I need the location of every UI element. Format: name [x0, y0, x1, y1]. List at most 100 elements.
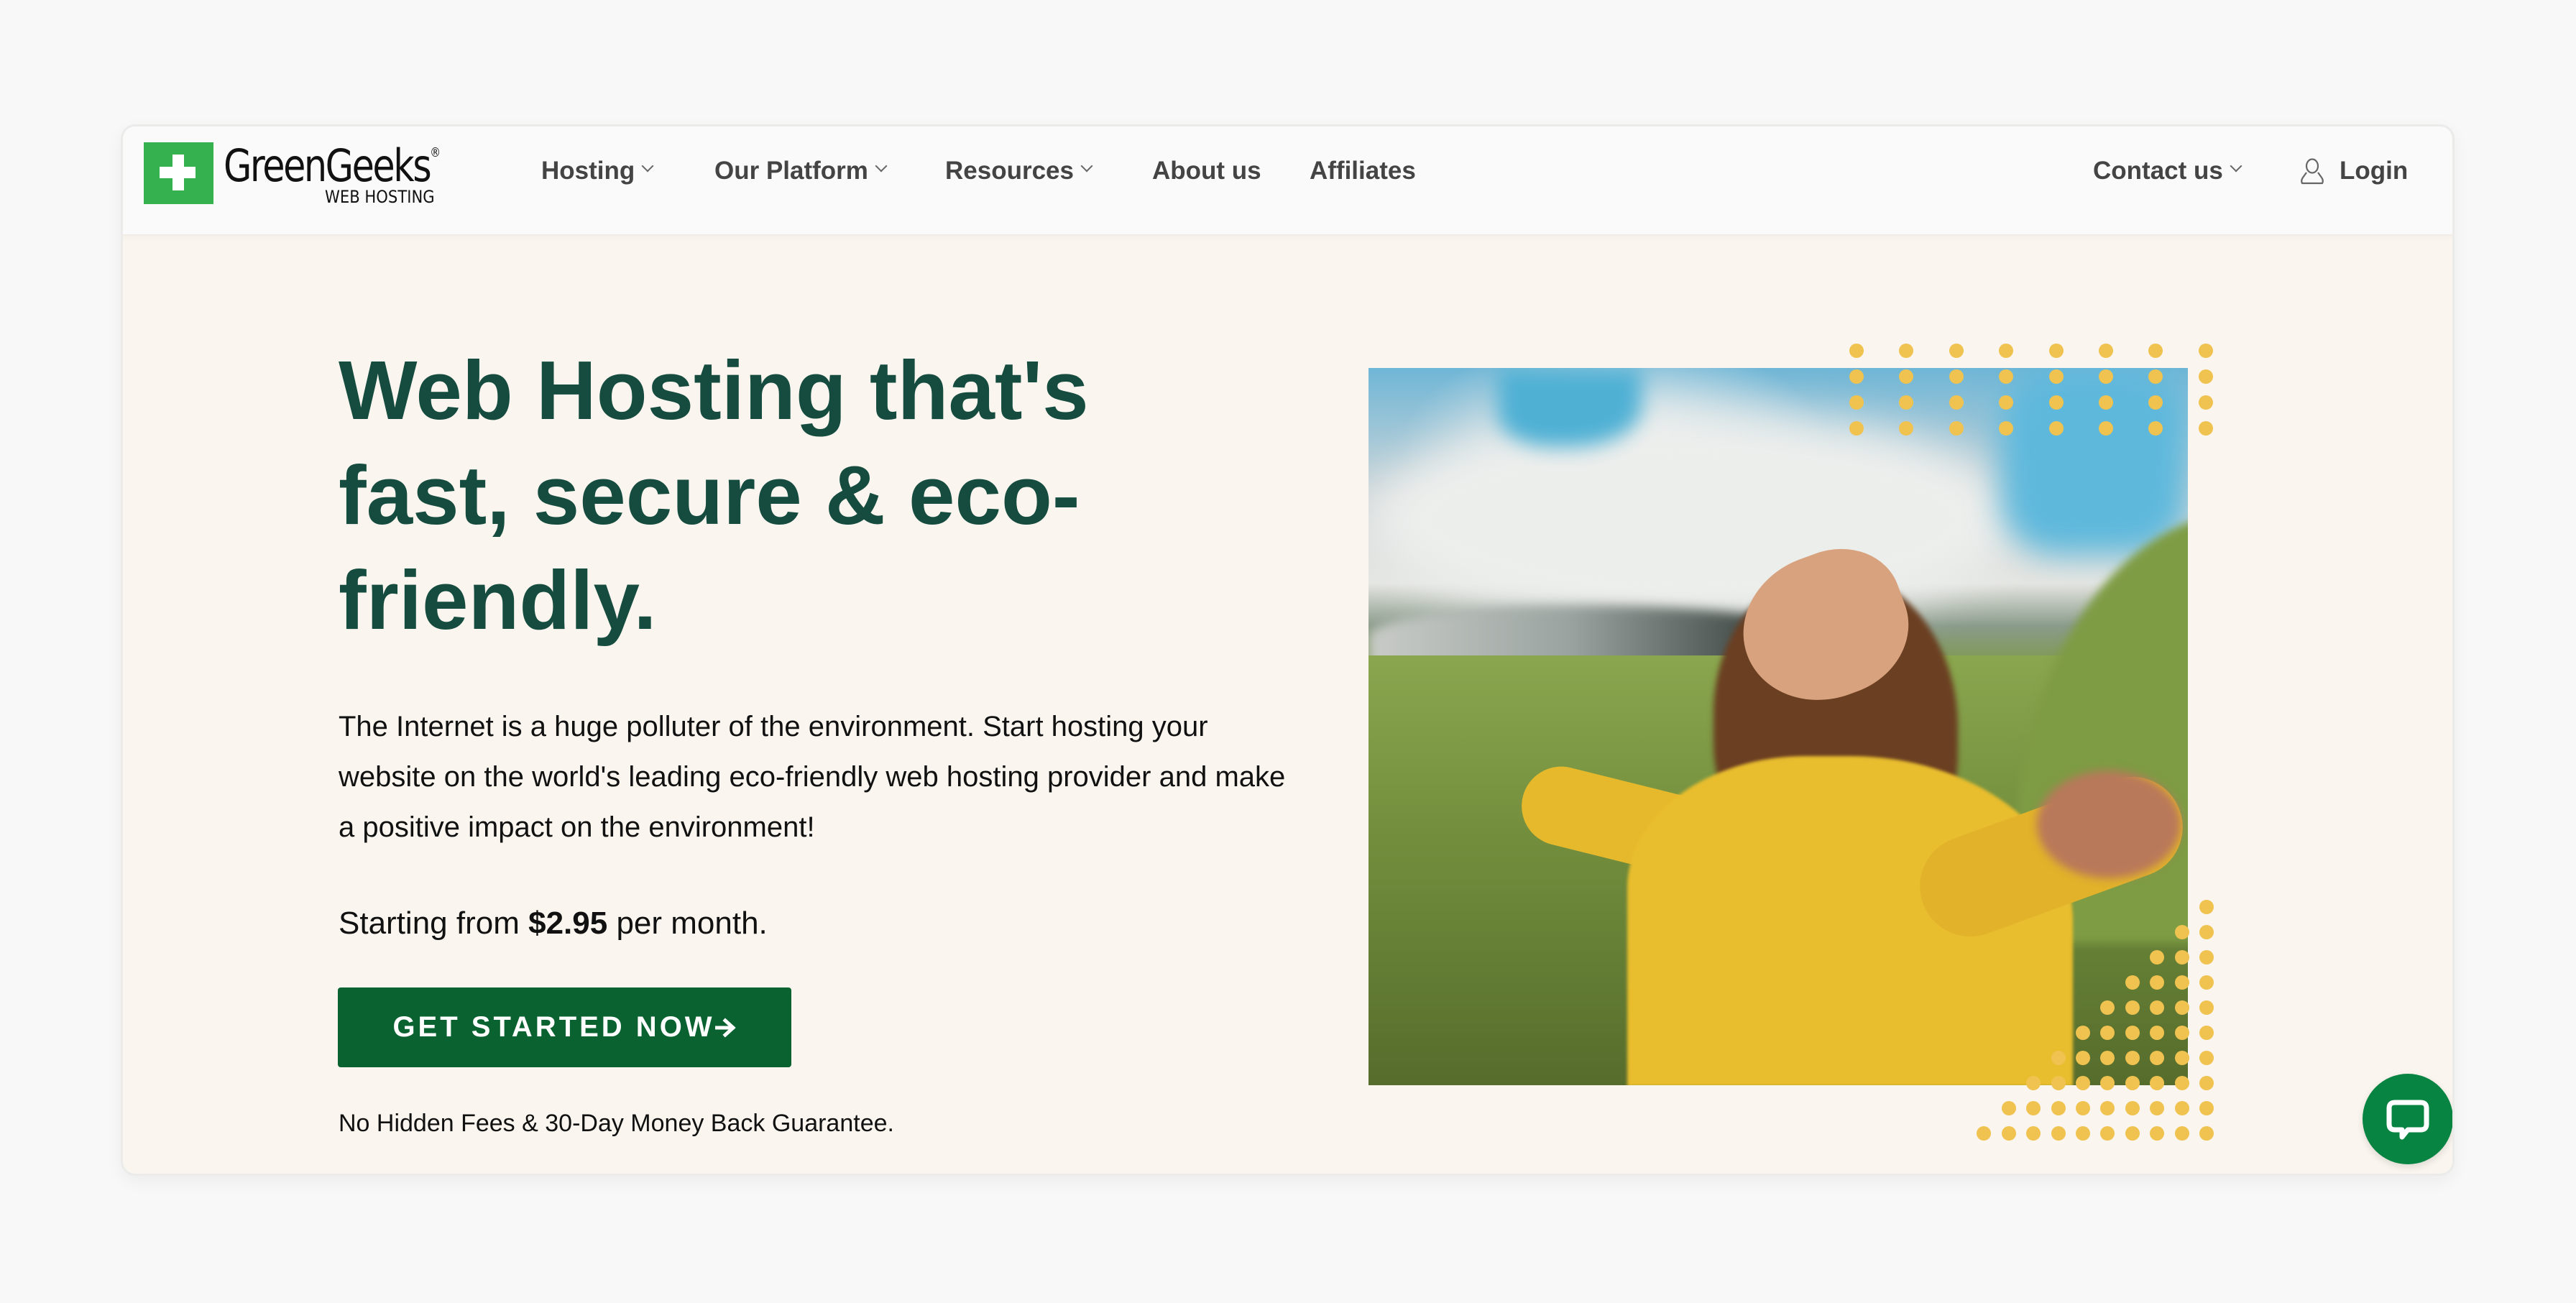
decorative-dot: [2076, 1101, 2090, 1115]
decorative-dot: [2174, 975, 2189, 990]
decorative-dot: [2048, 369, 2064, 384]
decorative-dot: [2125, 1026, 2140, 1040]
decorative-dot: [2051, 1126, 2066, 1141]
decorative-dot: [2199, 1026, 2214, 1040]
decorative-dot: [2099, 421, 2113, 436]
decorative-dot: [2125, 1126, 2140, 1141]
decorative-dot: [2125, 1000, 2140, 1015]
chevron-down-icon: [875, 160, 888, 172]
decorative-dot: [2174, 1076, 2189, 1090]
decorative-dot: [2174, 1101, 2189, 1115]
decorative-dot: [1999, 344, 2014, 358]
decorative-dot: [2026, 1101, 2041, 1115]
hero-image: [1368, 368, 2188, 1085]
decorative-dot: [2048, 344, 2064, 358]
decorative-dot: [2100, 1076, 2115, 1090]
decorative-dot: [2048, 395, 2064, 410]
price-value: $2.95: [528, 906, 608, 941]
nav-contact-us[interactable]: Contact us: [2093, 157, 2242, 185]
decorative-dot: [1977, 1126, 1992, 1141]
decorative-dot: [2199, 900, 2214, 914]
decorative-dot: [2174, 925, 2189, 939]
site-header: GreenGeeks® WEB HOSTING Hosting Our Plat…: [123, 126, 2452, 236]
nav-about-us[interactable]: About us: [1152, 157, 1261, 185]
decorative-dot: [2198, 421, 2213, 436]
price-suffix: per month.: [616, 906, 768, 941]
decorative-dot: [2150, 1101, 2165, 1115]
chevron-down-icon: [2230, 160, 2242, 172]
decorative-dot: [2099, 395, 2113, 410]
decorative-dot: [2026, 1076, 2041, 1090]
decorative-dot: [2174, 1000, 2189, 1015]
decorative-dot: [2100, 1101, 2115, 1115]
decorative-dot: [2026, 1126, 2041, 1141]
chat-bubble-icon: [2386, 1100, 2429, 1140]
decorative-dot: [2076, 1076, 2090, 1090]
decorative-dot: [2199, 925, 2214, 939]
decorative-dot: [1949, 421, 1964, 436]
decorative-dot: [2199, 1126, 2214, 1141]
get-started-label: GET STARTED NOW: [392, 1011, 715, 1043]
decorative-dot: [2199, 1051, 2214, 1065]
decorative-dot: [2150, 1126, 2165, 1141]
live-chat-button[interactable]: [2363, 1074, 2452, 1164]
decorative-dot: [1849, 344, 1864, 358]
decorative-dot: [2001, 1101, 2016, 1115]
nav-affiliates-label: Affiliates: [1310, 157, 1416, 185]
decorative-dot: [2199, 1101, 2214, 1115]
get-started-button[interactable]: GET STARTED NOW: [338, 987, 791, 1067]
decorative-dot: [2199, 1076, 2214, 1090]
registered-mark: ®: [430, 145, 441, 160]
decorative-dot: [1899, 344, 1914, 358]
chevron-down-icon: [641, 160, 654, 172]
arrow-right-icon: [714, 1017, 736, 1038]
guarantee-note: No Hidden Fees & 30-Day Money Back Guara…: [339, 1110, 894, 1137]
decorative-dot: [2125, 1101, 2140, 1115]
decorative-dot: [2076, 1051, 2090, 1065]
user-icon: [2301, 158, 2324, 185]
hero-title: Web Hosting that's fast, secure & eco-fr…: [339, 344, 1089, 647]
decorative-dot: [2199, 950, 2214, 964]
decorative-dot: [2099, 369, 2113, 384]
decorative-dot: [2051, 1076, 2066, 1090]
nav-our-platform-label: Our Platform: [714, 157, 868, 185]
decorative-dot: [2125, 975, 2140, 990]
decorative-dot: [2174, 1026, 2189, 1040]
decorative-dot: [1849, 395, 1864, 410]
decorative-dot: [2174, 1126, 2189, 1141]
nav-hosting-label: Hosting: [541, 157, 635, 185]
hero-card: GreenGeeks® WEB HOSTING Hosting Our Plat…: [121, 124, 2455, 1176]
decorative-dot: [2099, 344, 2113, 358]
logo[interactable]: GreenGeeks® WEB HOSTING: [123, 126, 441, 234]
decorative-dot: [2051, 1051, 2066, 1065]
decorative-dot: [2199, 975, 2214, 990]
nav-resources-label: Resources: [945, 157, 1074, 185]
decorative-dot: [2174, 950, 2189, 964]
nav-our-platform[interactable]: Our Platform: [714, 157, 888, 185]
plus-icon: [144, 142, 213, 204]
decorative-dot: [1849, 421, 1864, 436]
login-link[interactable]: Login: [2294, 152, 2430, 193]
decorative-dot: [2076, 1026, 2090, 1040]
decorative-dot: [2125, 1076, 2140, 1090]
nav-hosting[interactable]: Hosting: [541, 157, 654, 185]
nav-resources[interactable]: Resources: [945, 157, 1093, 185]
logo-tagline: WEB HOSTING: [325, 187, 435, 207]
nav-about-us-label: About us: [1152, 157, 1261, 185]
decorative-dot: [2198, 395, 2213, 410]
decorative-dot: [1949, 395, 1964, 410]
hero-description: The Internet is a huge polluter of the e…: [339, 711, 1286, 843]
decorative-dot: [2198, 369, 2213, 384]
decorative-dot: [2076, 1126, 2090, 1141]
login-label: Login: [2340, 157, 2409, 185]
nav-affiliates[interactable]: Affiliates: [1310, 157, 1416, 185]
decorative-dot: [1949, 344, 1964, 358]
decorative-dot: [1849, 369, 1864, 384]
decorative-dot: [1949, 369, 1964, 384]
decorative-dot: [2125, 1051, 2140, 1065]
decorative-dot: [2199, 1000, 2214, 1015]
decorative-dot: [2051, 1101, 2066, 1115]
decorative-dot: [2001, 1126, 2016, 1141]
decorative-dot: [2100, 1126, 2115, 1141]
decorative-dot: [2148, 344, 2163, 358]
